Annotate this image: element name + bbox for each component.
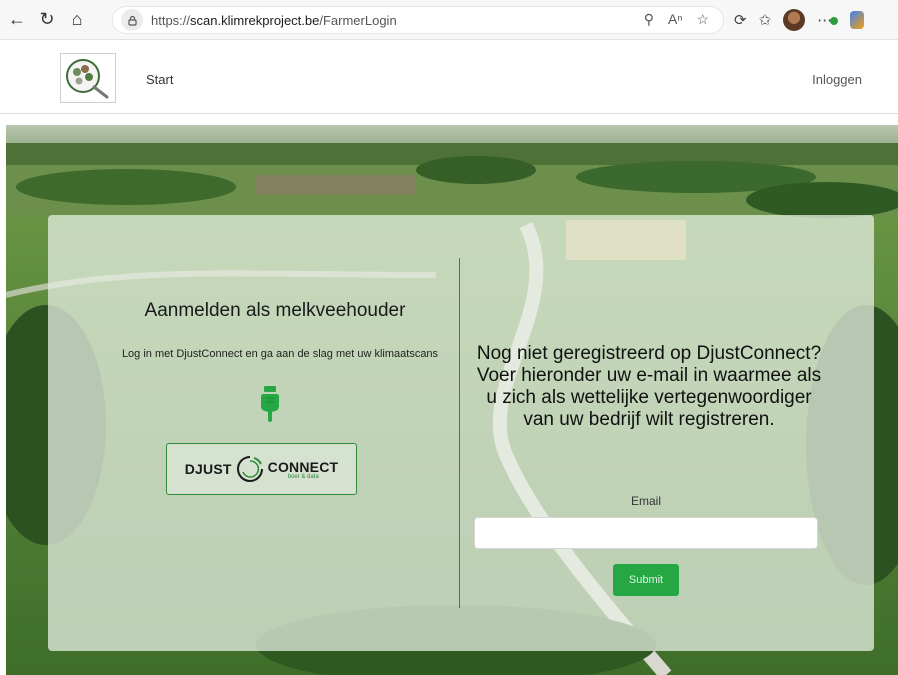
favorite-icon[interactable]: ☆ bbox=[696, 11, 709, 28]
email-label: Email bbox=[630, 494, 661, 508]
nav-start-link[interactable]: Start bbox=[146, 72, 173, 87]
collections-icon[interactable]: ✩ bbox=[759, 11, 772, 29]
left-subtitle: Log in met DjustConnect en ga aan de sla… bbox=[121, 348, 439, 360]
logo-icon[interactable] bbox=[60, 53, 116, 103]
lock-icon[interactable] bbox=[121, 9, 143, 31]
login-panel bbox=[48, 215, 874, 651]
read-aloud-icon[interactable]: Aⁿ bbox=[668, 11, 682, 28]
copilot-icon[interactable] bbox=[850, 11, 865, 29]
djust-tagline: boer & data bbox=[287, 473, 319, 480]
browser-toolbar: ← ↻ ⌂ https://scan.klimrekproject.be/Far… bbox=[0, 0, 898, 40]
hand-pointer-icon bbox=[259, 386, 281, 422]
url-prefix: https:// bbox=[151, 12, 191, 28]
djustconnect-login-button[interactable]: DJUST CONNECT boer & data bbox=[166, 443, 357, 495]
refresh-icon[interactable]: ↻ bbox=[34, 7, 60, 33]
email-field[interactable] bbox=[474, 517, 818, 549]
more-icon[interactable]: ⋯ bbox=[817, 11, 839, 29]
profile-icon[interactable] bbox=[783, 9, 806, 31]
djust-ring-icon bbox=[236, 456, 263, 482]
djust-brand-right: CONNECT bbox=[267, 458, 339, 475]
url-path: /FarmerLogin bbox=[319, 12, 397, 28]
back-icon[interactable]: ← bbox=[4, 7, 30, 33]
djust-brand-left: DJUST bbox=[184, 461, 232, 477]
url-host: scan.klimrekproject.be bbox=[190, 12, 320, 28]
extensions-icon[interactable]: ⟳ bbox=[734, 11, 747, 29]
zoom-icon[interactable]: ⚲ bbox=[644, 11, 654, 28]
register-title: Nog niet geregistreerd op DjustConnect? … bbox=[476, 343, 822, 430]
left-title: Aanmelden als melkveehouder bbox=[144, 300, 406, 321]
home-icon[interactable]: ⌂ bbox=[64, 7, 90, 33]
nav-login-link[interactable]: Inloggen bbox=[812, 72, 862, 87]
site-header: Start Inloggen bbox=[0, 40, 898, 114]
address-bar[interactable]: https://scan.klimrekproject.be/FarmerLog… bbox=[112, 6, 724, 34]
submit-button[interactable]: Submit bbox=[613, 564, 679, 596]
